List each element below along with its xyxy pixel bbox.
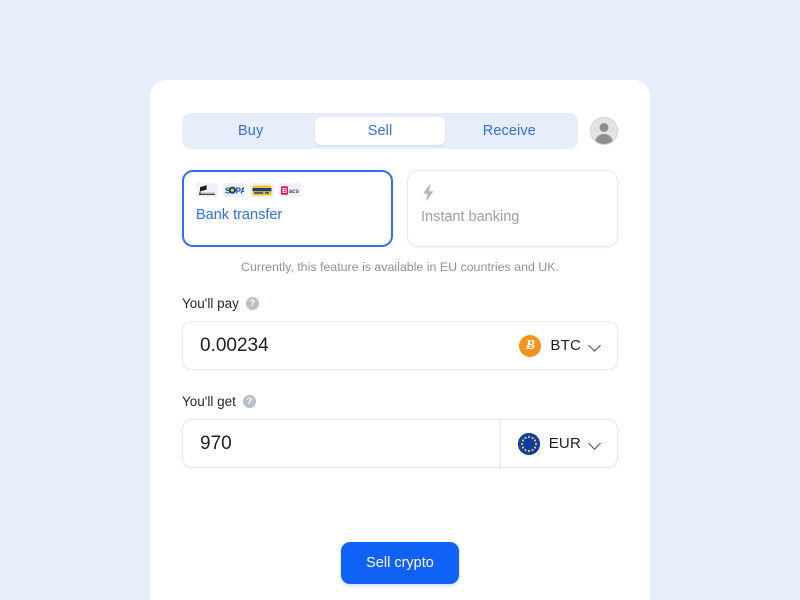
- pay-currency-selector[interactable]: Ƀ BTC: [505, 322, 617, 369]
- instant-banking-label: Instant banking: [421, 209, 520, 225]
- pay-label: You'll pay: [182, 296, 239, 311]
- pay-help-icon[interactable]: ?: [245, 297, 259, 310]
- sepa-logo: S PA: [223, 183, 245, 197]
- payment-method-bank-transfer[interactable]: S PA B acs Bank transfer: [182, 170, 393, 247]
- get-help-icon[interactable]: ?: [242, 395, 256, 408]
- bank-transfer-logos: S PA B acs: [196, 183, 379, 197]
- submit-row: Sell crypto: [182, 542, 618, 584]
- pay-field: Ƀ BTC: [182, 321, 618, 370]
- get-field-group: You'll get ? 970 EUR: [182, 394, 618, 468]
- eu-flag-icon: [517, 432, 540, 455]
- card-logo: [250, 183, 274, 197]
- chevron-down-icon: [590, 438, 601, 449]
- tab-receive[interactable]: Receive: [445, 117, 574, 145]
- header-row: Buy Sell Receive: [182, 113, 618, 149]
- bitcoin-icon: Ƀ: [519, 334, 542, 357]
- svg-text:PA: PA: [236, 186, 244, 195]
- bacs-logo: B acs: [279, 183, 301, 197]
- pay-field-group: You'll pay ? Ƀ BTC: [182, 296, 618, 370]
- get-currency-selector[interactable]: EUR: [499, 420, 617, 467]
- pay-amount-input[interactable]: [183, 322, 506, 369]
- payment-method-list: S PA B acs Bank transfer Instant banking: [182, 170, 618, 247]
- bank-transfer-label: Bank transfer: [196, 207, 283, 223]
- get-amount-input[interactable]: [183, 420, 500, 467]
- avatar-icon[interactable]: [590, 117, 618, 145]
- get-label: You'll get: [182, 394, 236, 409]
- chevron-down-icon: [590, 340, 601, 351]
- tab-buy[interactable]: Buy: [186, 117, 315, 145]
- mode-tabs: Buy Sell Receive: [182, 113, 578, 149]
- faster-payments-logo: [196, 183, 218, 197]
- pay-currency-code: BTC: [550, 337, 581, 354]
- get-currency-code: EUR: [548, 435, 581, 452]
- widget-content: Buy Sell Receive S PA B acs Bank transfe…: [182, 113, 618, 584]
- sell-crypto-button[interactable]: Sell crypto: [341, 542, 459, 584]
- get-label-row: You'll get ?: [182, 394, 618, 409]
- exchange-widget-card: Buy Sell Receive S PA B acs Bank transfe…: [150, 80, 650, 600]
- svg-text:acs: acs: [289, 189, 300, 195]
- get-field: EUR: [182, 419, 618, 468]
- tab-sell[interactable]: Sell: [315, 117, 445, 145]
- svg-text:B: B: [282, 188, 287, 195]
- lightning-bolt-icon: [421, 183, 604, 201]
- pay-label-row: You'll pay ?: [182, 296, 618, 311]
- payment-method-instant-banking[interactable]: Instant banking: [407, 170, 618, 247]
- availability-notice: Currently, this feature is available in …: [241, 260, 559, 274]
